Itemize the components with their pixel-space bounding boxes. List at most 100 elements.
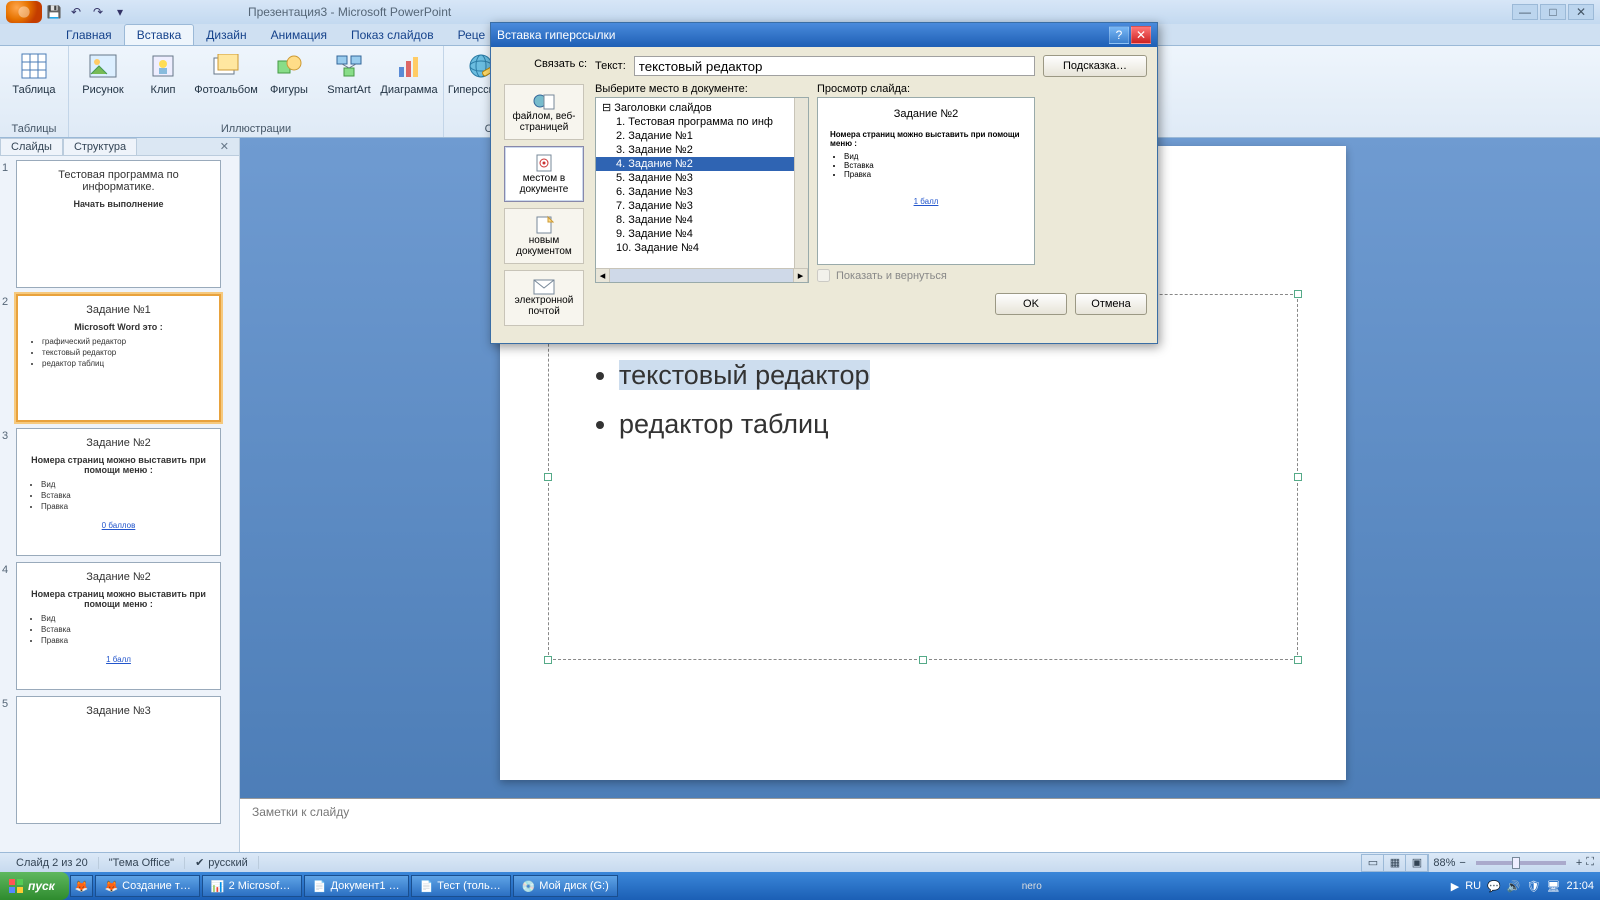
restore-button[interactable]: □	[1540, 4, 1566, 20]
quick-access-toolbar: 💾 ↶ ↷ ▾	[46, 4, 128, 20]
group-illustrations: Рисунок Клип Фотоальбом Фигуры SmartArt …	[69, 46, 444, 137]
thumb-list[interactable]: 1Тестовая программа по информатике.Начат…	[0, 156, 239, 856]
chart-button[interactable]: Диаграмма	[383, 48, 435, 98]
link-file-button[interactable]: файлом, веб-страницей	[504, 84, 584, 140]
window-controls: — □ ✕	[1512, 4, 1594, 20]
system-tray: ▶ RU 💬 🔊 🛡 🖥 21:04	[1445, 880, 1600, 893]
tree-item[interactable]: 5. Задание №3	[596, 171, 808, 185]
document-target-icon	[534, 153, 554, 173]
zoom-in-icon[interactable]: +	[1576, 857, 1582, 869]
view-slideshow-icon[interactable]: ▣	[1406, 855, 1428, 871]
tree-item[interactable]: 6. Задание №3	[596, 185, 808, 199]
undo-icon[interactable]: ↶	[68, 4, 84, 20]
group-tables-label: Таблицы	[12, 121, 57, 137]
tray-icon-3[interactable]: 🛡	[1527, 880, 1541, 893]
dialog-title: Вставка гиперссылки	[497, 28, 615, 42]
tree-item[interactable]: 8. Задание №4	[596, 213, 808, 227]
close-button[interactable]: ✕	[1568, 4, 1594, 20]
tray-icon-1[interactable]: 💬	[1487, 880, 1501, 893]
tree-item[interactable]: 3. Задание №2	[596, 143, 808, 157]
ok-button[interactable]: OK	[995, 293, 1067, 315]
quicklaunch-1[interactable]: 🦊	[70, 875, 94, 897]
slide-preview: Задание №2 Номера страниц можно выставит…	[817, 97, 1035, 265]
tab-animation[interactable]: Анимация	[259, 25, 339, 45]
clip-button[interactable]: Клип	[137, 48, 189, 98]
smartart-button[interactable]: SmartArt	[323, 48, 375, 98]
group-tables: Таблица Таблицы	[0, 46, 69, 137]
zoom-level: 88%	[1433, 857, 1455, 869]
status-lang: русский	[208, 857, 247, 869]
notes-pane[interactable]: Заметки к слайду	[240, 798, 1600, 856]
tab-design[interactable]: Дизайн	[194, 25, 258, 45]
tree-item[interactable]: 2. Задание №1	[596, 129, 808, 143]
table-button[interactable]: Таблица	[8, 48, 60, 98]
photoalbum-button[interactable]: Фотоальбом	[197, 48, 255, 98]
shapes-button[interactable]: Фигуры	[263, 48, 315, 98]
taskbar-task[interactable]: 📄Тест (толь…	[411, 875, 511, 897]
tree-item[interactable]: 9. Задание №4	[596, 227, 808, 241]
zoom-slider[interactable]	[1476, 861, 1566, 865]
tree-root[interactable]: ⊟ Заголовки слайдов	[596, 100, 808, 115]
cancel-button[interactable]: Отмена	[1075, 293, 1147, 315]
pane-close-icon[interactable]: ✕	[210, 138, 239, 155]
mail-icon	[533, 279, 555, 295]
dialog-help-button[interactable]: ?	[1109, 26, 1129, 44]
tab-insert[interactable]: Вставка	[124, 24, 195, 45]
thumb-slide-4[interactable]: 4Задание №2Номера страниц можно выставит…	[2, 562, 239, 690]
office-button[interactable]	[6, 1, 42, 23]
tray-icon-2[interactable]: 🔊	[1507, 880, 1521, 893]
bullet-2[interactable]: текстовый редактор	[619, 360, 1297, 391]
tree-item[interactable]: 4. Задание №2	[596, 157, 808, 171]
redo-icon[interactable]: ↷	[90, 4, 106, 20]
tab-home[interactable]: Главная	[54, 25, 124, 45]
minimize-button[interactable]: —	[1512, 4, 1538, 20]
link-mail-button[interactable]: электронной почтой	[504, 270, 584, 326]
group-illustrations-label: Иллюстрации	[221, 121, 291, 137]
text-input[interactable]	[634, 56, 1035, 76]
tree-item[interactable]: 1. Тестовая программа по инф	[596, 115, 808, 129]
preview-label: Просмотр слайда:	[817, 83, 1035, 95]
taskbar-task[interactable]: 📄Документ1 …	[304, 875, 409, 897]
table-label: Таблица	[12, 84, 55, 96]
app-title: Презентация3 - Microsoft PowerPoint	[248, 5, 451, 19]
zoom-out-icon[interactable]: −	[1459, 857, 1465, 869]
taskbar-task[interactable]: 📊2 Microsof…	[202, 875, 302, 897]
link-place-button[interactable]: местом в документе	[504, 146, 584, 202]
tree-item[interactable]: 10. Задание №4	[596, 241, 808, 255]
tray-lang[interactable]: RU	[1465, 880, 1481, 892]
taskbar-task[interactable]: 💿Мой диск (G:)	[513, 875, 618, 897]
tab-outline[interactable]: Структура	[63, 138, 137, 155]
globe-page-icon	[532, 91, 556, 111]
qat-dropdown-icon[interactable]: ▾	[112, 4, 128, 20]
view-normal-icon[interactable]: ▭	[1362, 855, 1384, 871]
place-tree[interactable]: ⊟ Заголовки слайдов1. Тестовая программа…	[595, 97, 809, 283]
tree-vscrollbar[interactable]	[794, 98, 808, 268]
tray-arrow-icon[interactable]: ▶	[1451, 880, 1459, 893]
tree-item[interactable]: 7. Задание №3	[596, 199, 808, 213]
picture-button[interactable]: Рисунок	[77, 48, 129, 98]
thumb-slide-1[interactable]: 1Тестовая программа по информатике.Начат…	[2, 160, 239, 288]
show-return-checkbox: Показать и вернуться	[817, 269, 1035, 282]
tab-slideshow[interactable]: Показ слайдов	[339, 25, 446, 45]
tray-icon-4[interactable]: 🖥	[1547, 880, 1561, 893]
dialog-close-button[interactable]: ✕	[1131, 26, 1151, 44]
fit-window-icon[interactable]: ⛶	[1586, 856, 1594, 869]
bullet-3[interactable]: редактор таблиц	[619, 409, 1297, 440]
link-new-button[interactable]: новым документом	[504, 208, 584, 264]
taskbar-task[interactable]: 🦊Создание т…	[95, 875, 199, 897]
thumb-slide-5[interactable]: 5Задание №3	[2, 696, 239, 824]
tree-label: Выберите место в документе:	[595, 83, 809, 95]
tray-clock: 21:04	[1566, 880, 1594, 892]
view-sorter-icon[interactable]: ▦	[1384, 855, 1406, 871]
content-textbox[interactable]: графический редактор текстовый редактор …	[548, 294, 1298, 660]
tree-hscrollbar[interactable]: ◂▸	[596, 268, 808, 282]
hint-button[interactable]: Подсказка…	[1043, 55, 1147, 77]
status-slide-count: Слайд 2 из 20	[6, 857, 99, 869]
spellcheck-icon[interactable]: ✔	[195, 856, 204, 869]
tab-slides[interactable]: Слайды	[0, 138, 63, 155]
thumb-slide-2[interactable]: 2Задание №1Microsoft Word это :графическ…	[2, 294, 239, 422]
start-button[interactable]: пуск	[0, 872, 69, 900]
save-icon[interactable]: 💾	[46, 4, 62, 20]
nero-badge: nero	[619, 881, 1445, 892]
thumb-slide-3[interactable]: 3Задание №2Номера страниц можно выставит…	[2, 428, 239, 556]
